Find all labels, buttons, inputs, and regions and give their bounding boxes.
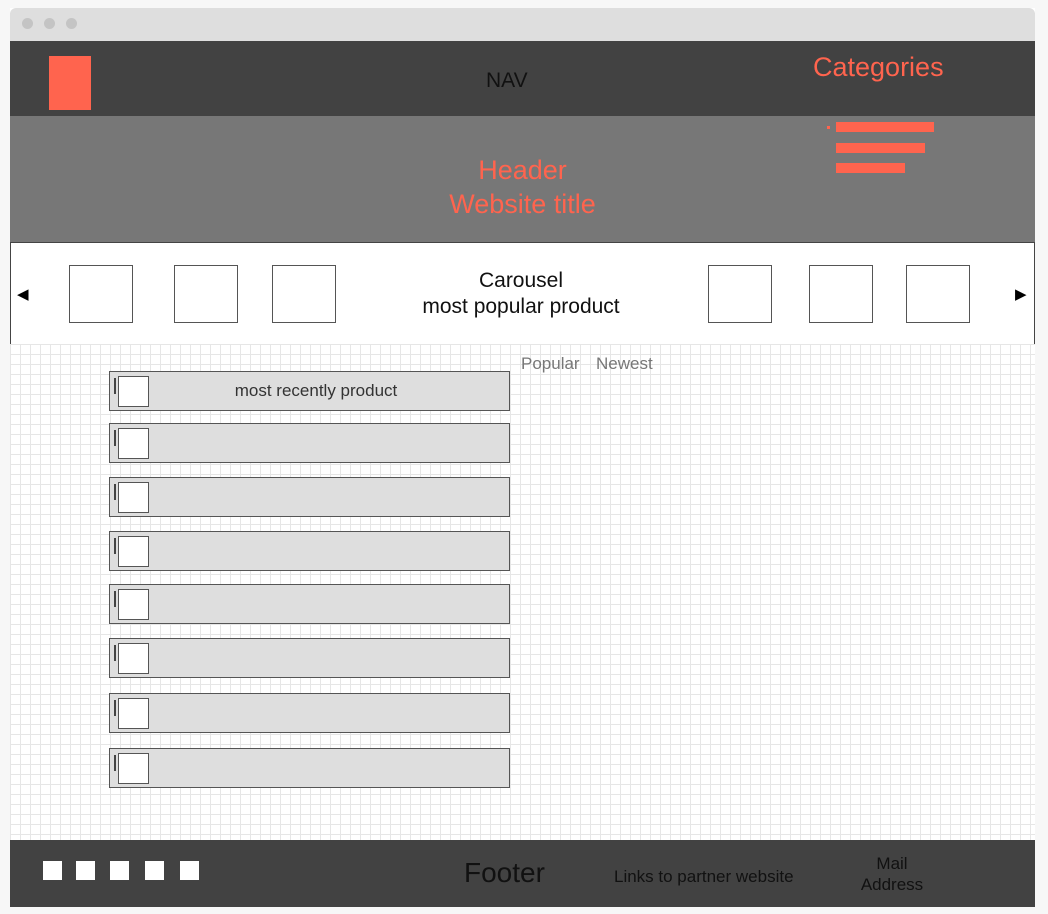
product-thumbnail [118, 589, 149, 620]
product-list-item[interactable] [109, 638, 510, 678]
product-thumbnail [118, 643, 149, 674]
carousel-title: Carousel [478, 269, 564, 292]
partner-links[interactable]: Links to partner website [614, 867, 794, 887]
nav-label: NAV [486, 69, 528, 92]
footer-label: Footer [464, 857, 545, 888]
social-icon[interactable] [76, 861, 95, 880]
carousel-caption: Carousel most popular product [351, 268, 691, 320]
tab-popular[interactable]: Popular [521, 354, 580, 374]
product-list-item[interactable] [109, 423, 510, 463]
carousel-item[interactable] [174, 265, 238, 323]
window-titlebar [10, 8, 1035, 41]
product-label: most recently product [234, 381, 398, 400]
header-banner: Header Website title [10, 116, 1035, 243]
product-thumbnail [118, 698, 149, 729]
row-marker [114, 700, 116, 716]
row-marker [114, 591, 116, 607]
row-marker [114, 484, 116, 500]
address-label: Address [860, 875, 924, 894]
window-minimize-button[interactable] [44, 18, 55, 29]
product-list-item[interactable] [109, 748, 510, 788]
social-icon[interactable] [110, 861, 129, 880]
website-title: Website title [449, 189, 596, 219]
categories-label[interactable]: Categories [813, 52, 944, 83]
product-thumbnail [118, 753, 149, 784]
product-thumbnail [118, 536, 149, 567]
product-list-item[interactable] [109, 477, 510, 517]
row-marker [114, 755, 116, 771]
carousel-item[interactable] [906, 265, 970, 323]
mail-address: Mail Address [842, 853, 942, 895]
carousel-item[interactable] [272, 265, 336, 323]
carousel-item[interactable] [69, 265, 133, 323]
carousel-prev-arrow-icon[interactable]: ◀ [17, 287, 29, 302]
row-marker [114, 430, 116, 446]
carousel-item[interactable] [708, 265, 772, 323]
carousel-item[interactable] [809, 265, 873, 323]
browser-window: NAV Header Website title Categories ◀ Ca… [10, 8, 1035, 907]
row-marker [114, 538, 116, 554]
product-list-item[interactable]: most recently product [109, 371, 510, 411]
window-close-button[interactable] [22, 18, 33, 29]
row-marker [114, 378, 116, 394]
footer: Footer Links to partner website Mail Add… [10, 840, 1035, 907]
content-area: Popular Newest most recently product [10, 344, 1035, 840]
carousel-next-arrow-icon[interactable]: ▶ [1015, 287, 1027, 302]
logo[interactable] [49, 56, 91, 110]
row-marker [114, 645, 116, 661]
mail-label: Mail [876, 854, 908, 873]
social-icon[interactable] [43, 861, 62, 880]
product-thumbnail [118, 482, 149, 513]
tab-newest[interactable]: Newest [596, 354, 653, 374]
social-icon[interactable] [180, 861, 199, 880]
product-list-item[interactable] [109, 584, 510, 624]
carousel: ◀ Carousel most popular product ▶ [10, 242, 1035, 345]
product-thumbnail [118, 376, 149, 407]
social-icon[interactable] [145, 861, 164, 880]
window-maximize-button[interactable] [66, 18, 77, 29]
carousel-subtitle: most popular product [422, 295, 620, 318]
product-thumbnail [118, 428, 149, 459]
product-list-item[interactable] [109, 693, 510, 733]
product-list-item[interactable] [109, 531, 510, 571]
